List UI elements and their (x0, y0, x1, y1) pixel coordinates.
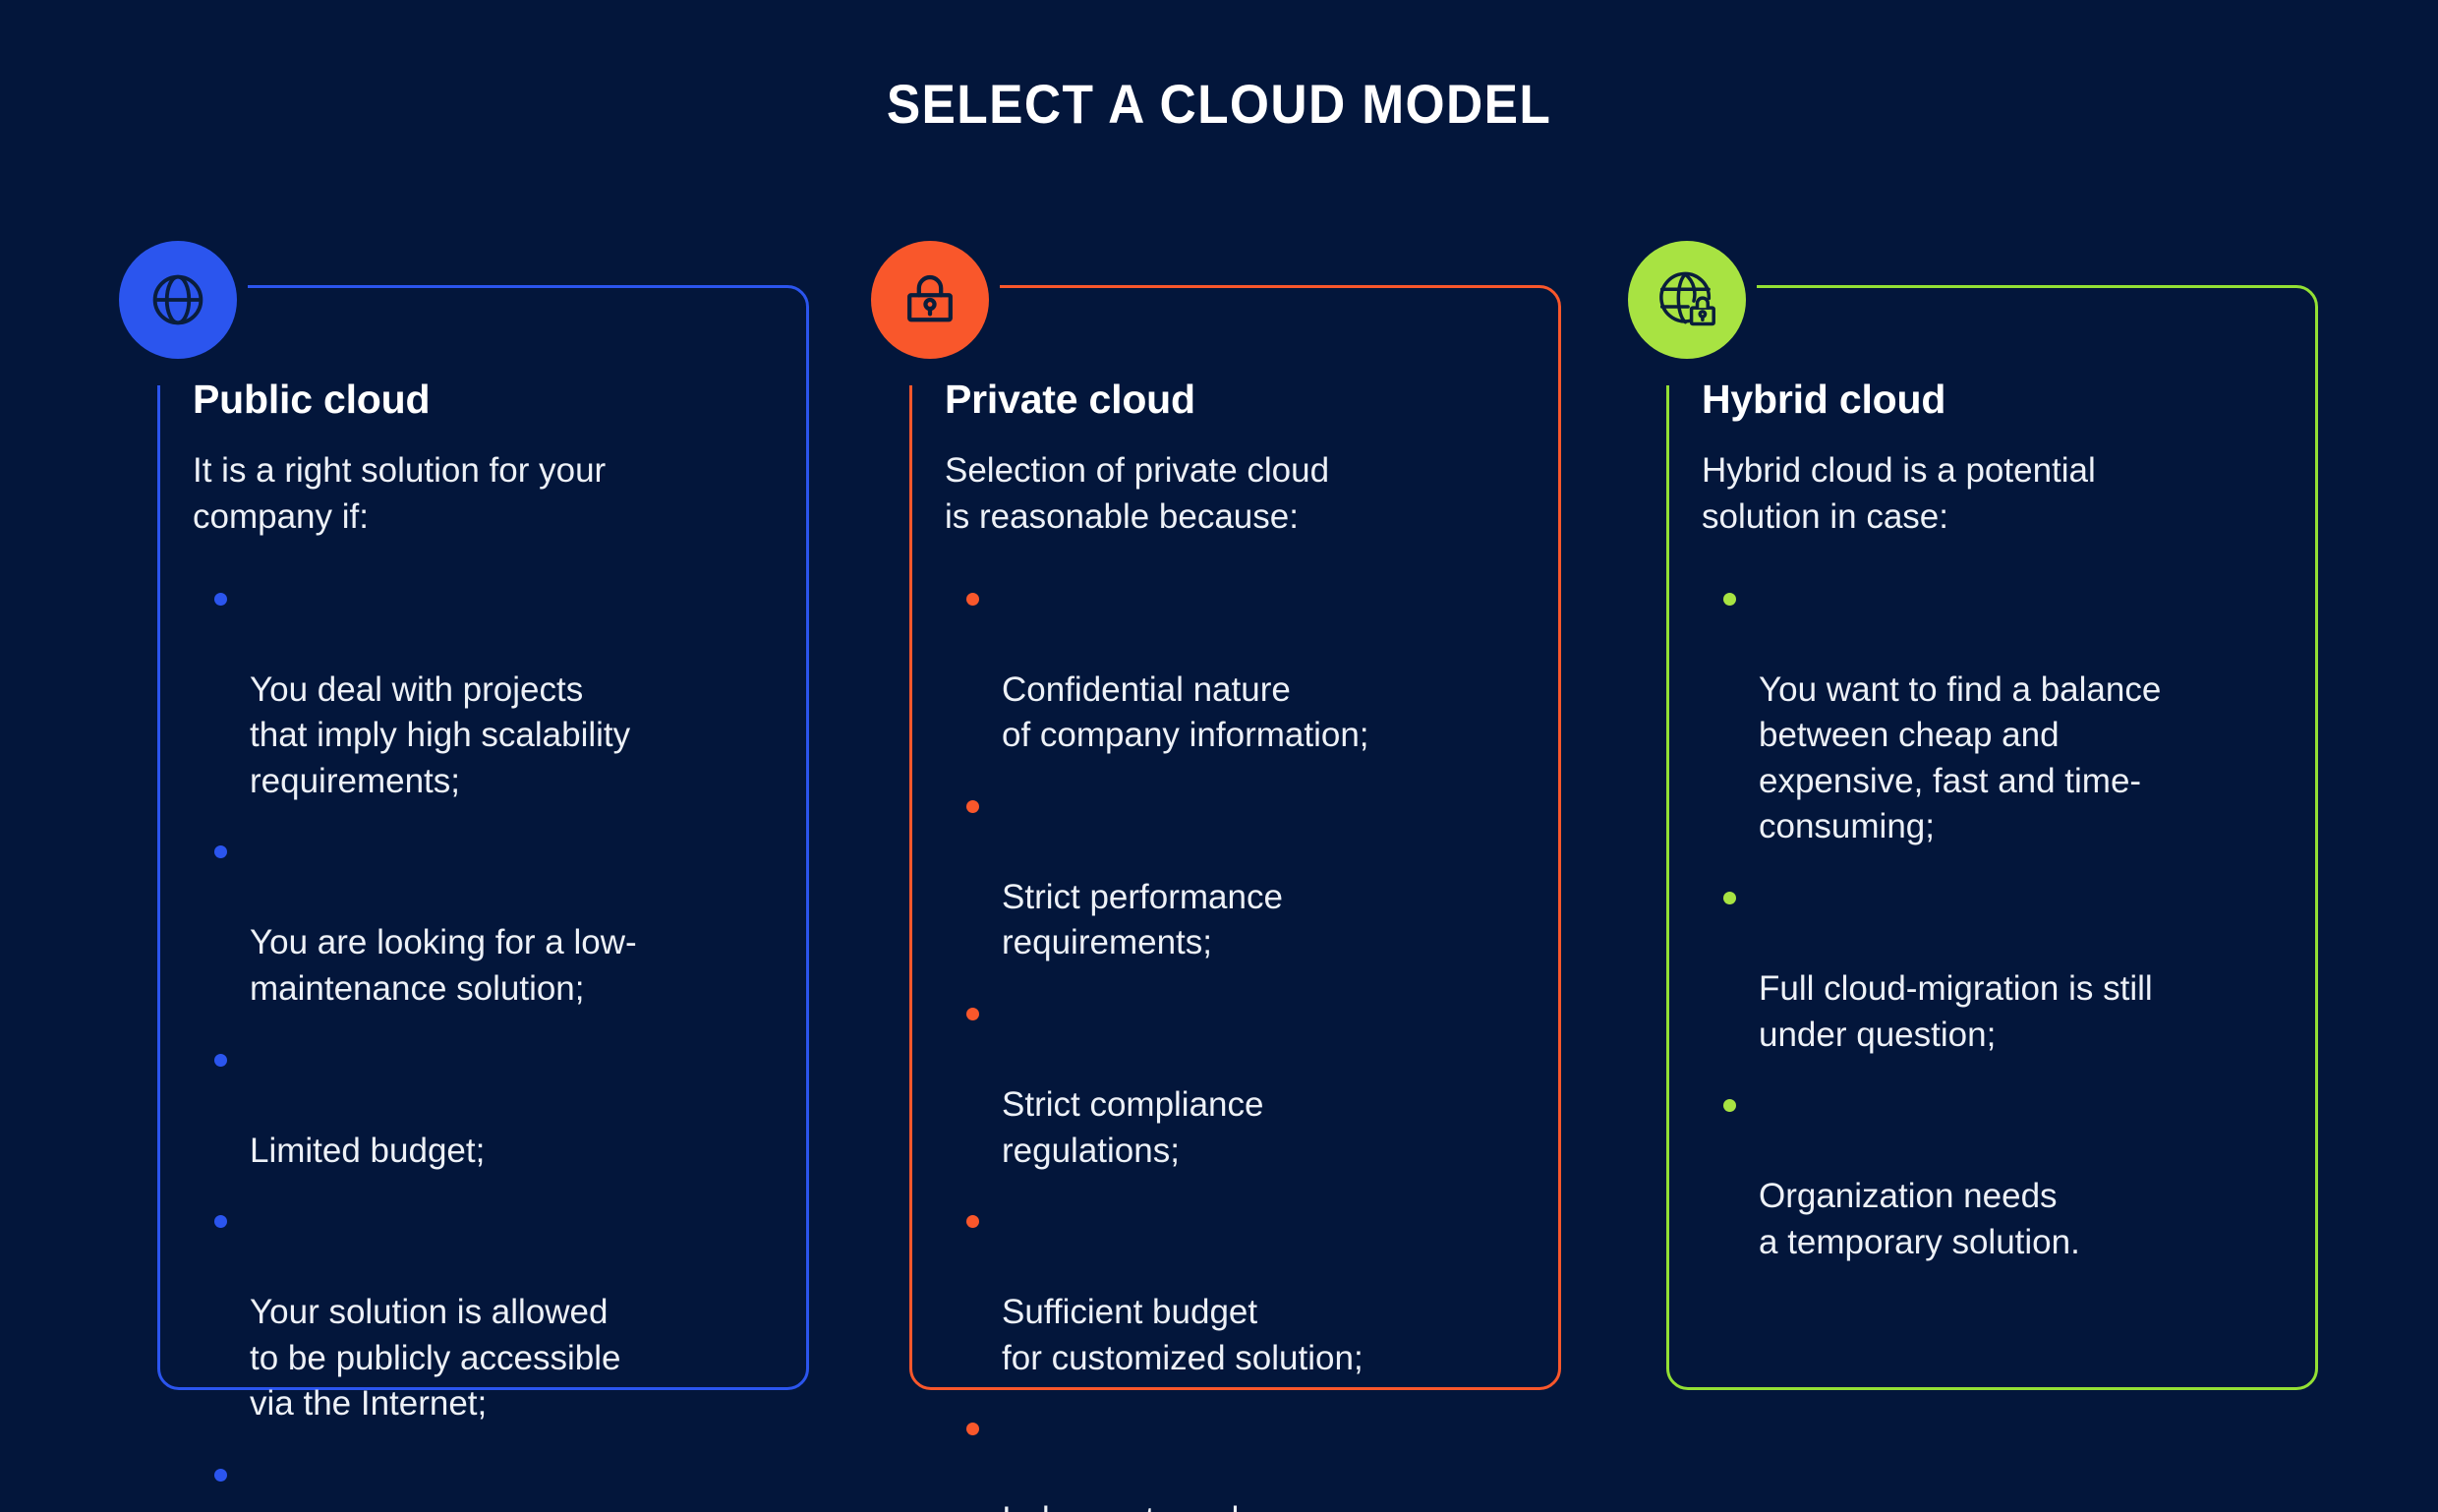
list-item: You need a flexible solution which is ta… (193, 1452, 783, 1512)
bullet-dot-icon (214, 1215, 227, 1229)
list-item: Sufficient budget for customized solutio… (945, 1198, 1535, 1381)
list-item: Limited budget; (193, 1037, 783, 1175)
list-item: Strict performance requirements; (945, 784, 1535, 966)
list-item: You are looking for a low- maintenance s… (193, 829, 783, 1012)
globe-icon-bubble-public (119, 241, 237, 359)
list-item-text: Strict performance requirements; (1002, 877, 1283, 962)
padlock-icon-bubble-private (871, 241, 989, 359)
card-heading-public: Public cloud (193, 377, 431, 422)
padlock-icon (907, 275, 953, 322)
list-item: Full cloud-migration is still under ques… (1702, 875, 2292, 1058)
list-item-text: You deal with projects that imply high s… (250, 669, 631, 800)
bullet-list-public: You deal with projects that imply high s… (193, 576, 783, 1512)
list-item-text: You are looking for a low- maintenance s… (250, 923, 637, 1008)
list-item-text: In-house team has adequate expertise. (1002, 1500, 1304, 1512)
list-item-text: You want to find a balance between cheap… (1759, 669, 2162, 846)
card-intro-hybrid: Hybrid cloud is a potential solution in … (1702, 451, 2096, 537)
bullet-list-hybrid: You want to find a balance between cheap… (1702, 576, 2292, 1266)
bullet-list-private: Confidential nature of company informati… (945, 576, 1535, 1512)
card-heading-hybrid: Hybrid cloud (1702, 377, 1946, 422)
bullet-dot-icon (1723, 1099, 1736, 1113)
list-item: You deal with projects that imply high s… (193, 576, 783, 805)
card-heading-private: Private cloud (945, 377, 1195, 422)
list-item: You want to find a balance between cheap… (1702, 576, 2292, 850)
card-private-cloud-content: Private cloud Selection of private cloud… (945, 377, 1535, 1512)
list-item: Organization needs a temporary solution. (1702, 1082, 2292, 1265)
bullet-dot-icon (966, 799, 979, 813)
globe-lock-icon-bubble-hybrid (1628, 241, 1746, 359)
card-hybrid-cloud-content: Hybrid cloud Hybrid cloud is a potential… (1702, 377, 2292, 1266)
bullet-dot-icon (214, 1468, 227, 1482)
list-item-text: Confidential nature of company informati… (1002, 669, 1369, 755)
bullet-dot-icon (1723, 891, 1736, 904)
card-public-cloud-content: Public cloud It is a right solution for … (193, 377, 783, 1512)
list-item-text: Your solution is allowed to be publicly … (250, 1293, 621, 1424)
list-item-text: Full cloud-migration is still under ques… (1759, 968, 2153, 1054)
list-item: Your solution is allowed to be publicly … (193, 1198, 783, 1427)
list-item-text: Organization needs a temporary solution. (1759, 1177, 2080, 1261)
bullet-dot-icon (966, 1007, 979, 1020)
card-intro-public: It is a right solution for your company … (193, 451, 607, 537)
bullet-dot-icon (214, 845, 227, 859)
bullet-dot-icon (966, 1215, 979, 1229)
bullet-dot-icon (214, 1053, 227, 1067)
bullet-dot-icon (214, 592, 227, 606)
bullet-dot-icon (966, 1423, 979, 1436)
list-item: Strict compliance regulations; (945, 991, 1535, 1174)
list-item-text: Sufficient budget for customized solutio… (1002, 1293, 1364, 1377)
infographic-canvas: SELECT A CLOUD MODEL Public cloud It is … (0, 0, 2438, 1512)
list-item-text: Limited budget; (250, 1131, 486, 1170)
list-item-text: Strict compliance regulations; (1002, 1085, 1264, 1170)
globe-lock-icon (1659, 271, 1715, 326)
globe-icon (152, 274, 203, 325)
bullet-dot-icon (966, 592, 979, 606)
list-item: In-house team has adequate expertise. (945, 1406, 1535, 1512)
card-intro-private: Selection of private cloud is reasonable… (945, 451, 1330, 537)
list-item: Confidential nature of company informati… (945, 576, 1535, 759)
page-title: SELECT A CLOUD MODEL (886, 73, 1552, 135)
bullet-dot-icon (1723, 592, 1736, 606)
